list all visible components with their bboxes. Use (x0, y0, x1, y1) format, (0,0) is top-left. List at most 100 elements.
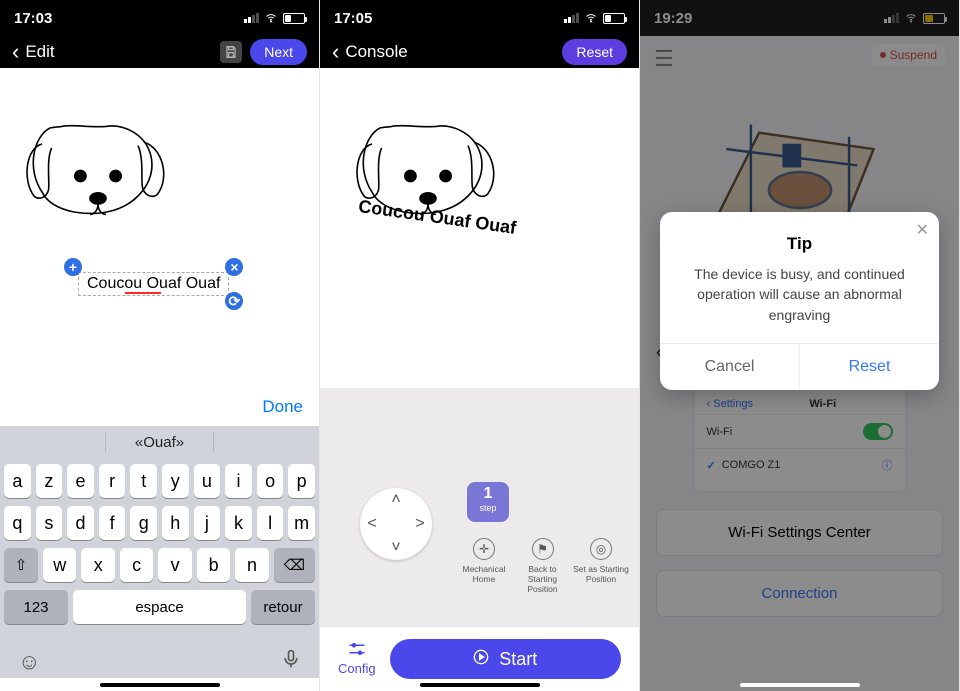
back-button[interactable]: ‹ Edit (12, 41, 55, 63)
key-y[interactable]: y (162, 464, 189, 498)
dpad: ˄ ˂ ˃ ˅ (360, 488, 432, 560)
home-indicator[interactable] (100, 683, 220, 687)
cellular-icon (244, 13, 259, 23)
key-z[interactable]: z (36, 464, 63, 498)
config-button[interactable]: Config (338, 642, 376, 676)
home-indicator[interactable] (420, 683, 540, 687)
dpad-down-icon[interactable]: ˅ (391, 539, 400, 557)
step-label: step (467, 503, 509, 513)
edit-canvas[interactable]: Coucou Ouaf Ouaf + × ⟳ (0, 68, 319, 388)
flag-icon: ⚑ (532, 538, 554, 560)
wifi-icon (263, 12, 279, 24)
keyboard: a z e r t y u i o p q s d f g h j k l m … (0, 458, 319, 642)
start-label: Start (499, 649, 537, 670)
next-button[interactable]: Next (250, 39, 307, 65)
rotate-handle-icon[interactable]: ⟳ (225, 292, 243, 310)
status-time: 17:03 (14, 10, 52, 27)
mic-icon[interactable] (281, 648, 301, 676)
status-bar: 17:03 (0, 0, 319, 36)
modal-message: The device is busy, and continued operat… (660, 264, 939, 343)
key-return[interactable]: retour (251, 590, 315, 624)
tip-modal: ✕ Tip The device is busy, and continued … (660, 212, 939, 390)
config-label: Config (338, 661, 376, 676)
text-edit-box[interactable]: Coucou Ouaf Ouaf + × ⟳ (78, 272, 229, 296)
dpad-left-icon[interactable]: ˂ (367, 515, 376, 533)
keyboard-accessory: Done (0, 388, 319, 426)
spellcheck-underline (125, 292, 161, 294)
reset-button[interactable]: Reset (562, 39, 627, 65)
add-handle-icon[interactable]: + (64, 258, 82, 276)
battery-icon (283, 13, 305, 24)
key-shift[interactable]: ⇧ (4, 548, 38, 582)
key-a[interactable]: a (4, 464, 31, 498)
status-bar: 17:05 (320, 0, 639, 36)
back-button[interactable]: ‹ Console (332, 41, 408, 63)
key-l[interactable]: l (257, 506, 284, 540)
nav-bar: ‹ Console Reset (320, 36, 639, 68)
key-k[interactable]: k (225, 506, 252, 540)
dpad-up-icon[interactable]: ˄ (391, 491, 400, 509)
key-v[interactable]: v (158, 548, 191, 582)
chevron-left-icon: ‹ (12, 41, 19, 63)
delete-handle-icon[interactable]: × (225, 258, 243, 276)
status-right (244, 12, 305, 24)
tool-row: ✛ Mechanical Home ⚑ Back to Starting Pos… (456, 538, 629, 595)
key-n[interactable]: n (235, 548, 268, 582)
key-space[interactable]: espace (73, 590, 246, 624)
key-g[interactable]: g (130, 506, 157, 540)
close-icon[interactable]: ✕ (916, 220, 929, 240)
keyboard-done-button[interactable]: Done (262, 397, 303, 417)
home-indicator[interactable] (740, 683, 860, 687)
start-button[interactable]: Start (390, 639, 621, 679)
home-crosshair-icon: ✛ (473, 538, 495, 560)
modal-cancel-button[interactable]: Cancel (660, 344, 800, 390)
key-i[interactable]: i (225, 464, 252, 498)
key-numbers[interactable]: 123 (4, 590, 68, 624)
back-to-start-button[interactable]: ⚑ Back to Starting Position (515, 538, 571, 595)
key-e[interactable]: e (67, 464, 94, 498)
nav-title: Edit (25, 42, 54, 62)
save-icon[interactable] (220, 41, 242, 63)
target-icon: ◎ (590, 538, 612, 560)
key-h[interactable]: h (162, 506, 189, 540)
step-button[interactable]: 1 step (467, 482, 509, 522)
step-value: 1 (467, 485, 509, 503)
emoji-icon[interactable]: ☺ (18, 649, 40, 675)
key-t[interactable]: t (130, 464, 157, 498)
set-start-button[interactable]: ◎ Set as Starting Position (573, 538, 629, 595)
key-x[interactable]: x (81, 548, 114, 582)
sliders-icon (348, 642, 366, 659)
key-f[interactable]: f (99, 506, 126, 540)
mechanical-home-button[interactable]: ✛ Mechanical Home (456, 538, 512, 595)
key-s[interactable]: s (36, 506, 63, 540)
key-b[interactable]: b (197, 548, 230, 582)
nav-bar: ‹ Edit Next (0, 36, 319, 68)
key-u[interactable]: u (194, 464, 221, 498)
text-content: Coucou Ouaf Ouaf (87, 275, 220, 292)
keyboard-suggestion[interactable]: «Ouaf» (135, 434, 184, 451)
key-p[interactable]: p (288, 464, 315, 498)
key-backspace[interactable]: ⌫ (274, 548, 315, 582)
keyboard-bottom: ☺ (0, 642, 319, 678)
key-j[interactable]: j (194, 506, 221, 540)
dpad-right-icon[interactable]: ˃ (415, 515, 424, 533)
battery-icon (603, 13, 625, 24)
modal-title: Tip (660, 212, 939, 264)
key-w[interactable]: w (43, 548, 76, 582)
key-d[interactable]: d (67, 506, 94, 540)
keyboard-suggestion-bar: «Ouaf» (0, 426, 319, 458)
modal-reset-button[interactable]: Reset (800, 344, 939, 390)
key-c[interactable]: c (120, 548, 153, 582)
nav-title: Console (345, 42, 407, 62)
bottom-bar: Config Start (320, 627, 639, 691)
preview-canvas[interactable]: Coucou Ouaf Ouaf (320, 68, 639, 388)
dog-image[interactable] (18, 104, 178, 224)
key-m[interactable]: m (288, 506, 315, 540)
key-q[interactable]: q (4, 506, 31, 540)
status-right (564, 12, 625, 24)
cellular-icon (564, 13, 579, 23)
wifi-icon (583, 12, 599, 24)
key-r[interactable]: r (99, 464, 126, 498)
key-o[interactable]: o (257, 464, 284, 498)
status-time: 17:05 (334, 10, 372, 27)
